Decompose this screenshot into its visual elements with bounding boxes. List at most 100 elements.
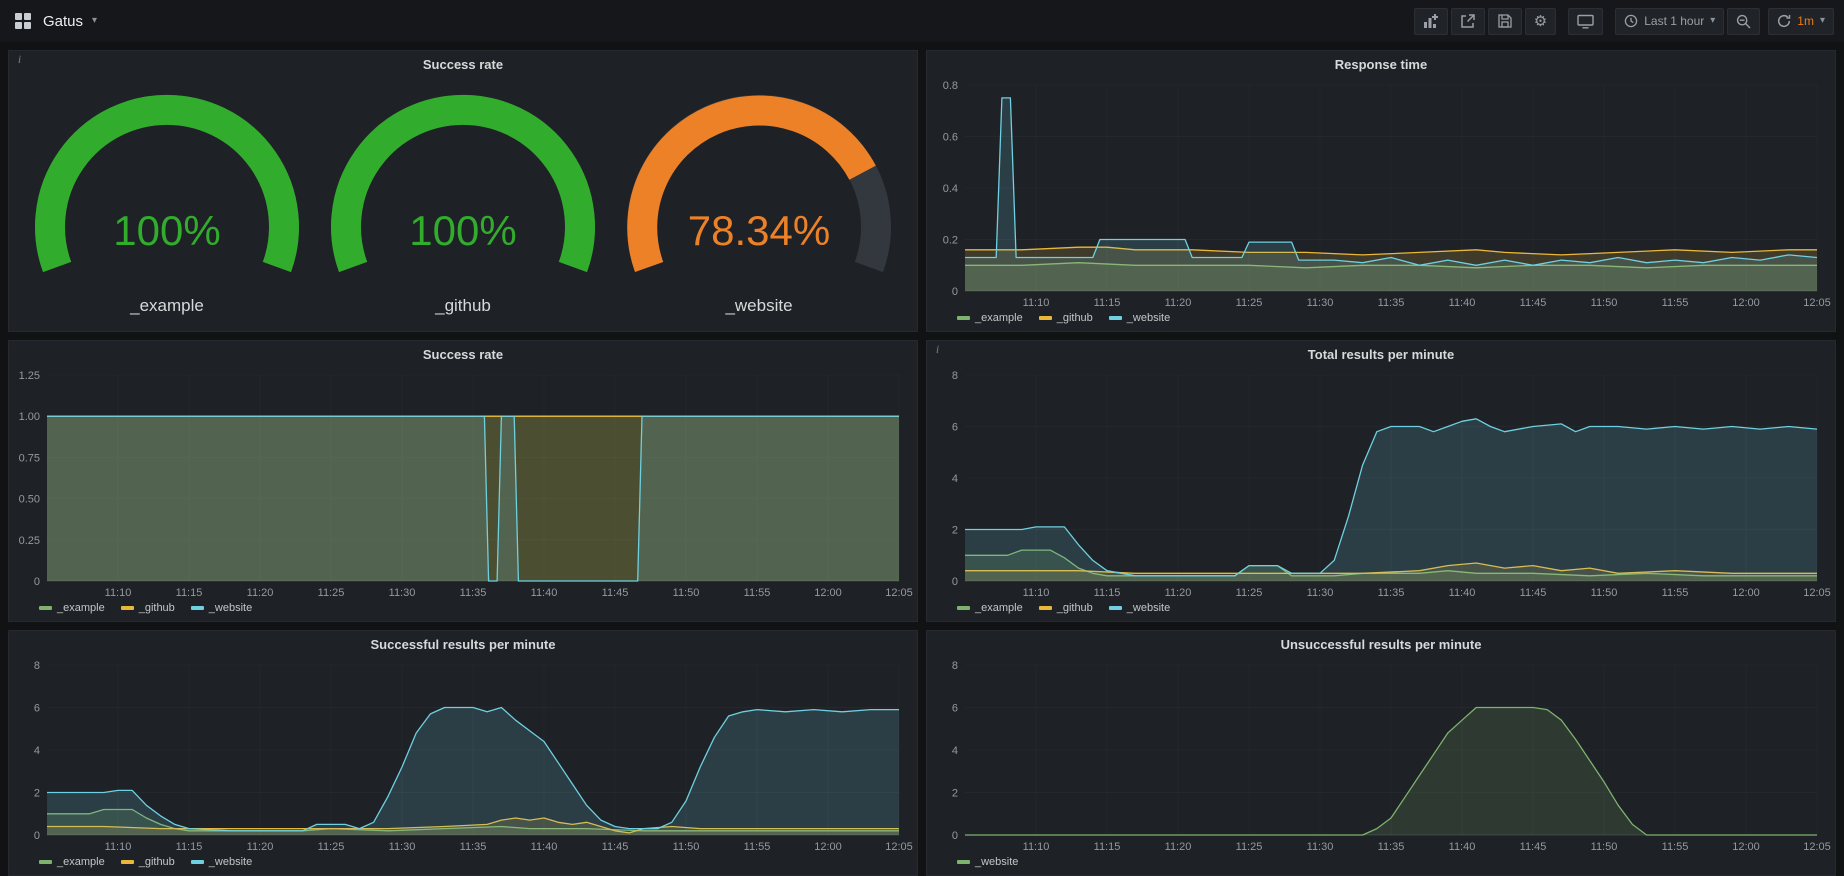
navbar: Gatus ▾ ⚙ [0, 0, 1844, 42]
refresh-button[interactable]: 1m ▾ [1768, 8, 1834, 35]
panel-header: Success rate [9, 341, 917, 367]
panel-actions-group: ⚙ [1414, 8, 1556, 35]
legend-label: _example [975, 602, 1023, 614]
refresh-interval-label: 1m [1797, 14, 1814, 28]
x-axis-tick-label: 11:15 [1094, 587, 1121, 599]
time-range-label: Last 1 hour [1644, 14, 1704, 28]
legend-swatch [1109, 316, 1122, 320]
panel-successful-results-per-minute: Successful results per minute 0246811:10… [8, 630, 918, 876]
x-axis-tick-label: 11:50 [1591, 297, 1618, 309]
legend-item-_github[interactable]: _github [121, 856, 175, 868]
x-axis-tick-label: 11:20 [247, 841, 274, 853]
series-area-_website [47, 708, 899, 836]
gauge-_website: 78.34% _website [614, 93, 904, 316]
y-axis-tick-label: 4 [34, 745, 40, 757]
gauge-arc: 100% [318, 93, 608, 293]
share-button[interactable] [1451, 8, 1485, 35]
zoom-out-button[interactable] [1727, 8, 1760, 35]
x-axis-tick-label: 11:55 [1662, 841, 1689, 853]
x-axis-tick-label: 12:00 [814, 587, 842, 599]
time-range-caret-icon: ▾ [1710, 16, 1715, 26]
panel-title[interactable]: Success rate [423, 57, 503, 72]
legend-item-_example[interactable]: _example [957, 602, 1023, 614]
y-axis-tick-label: 6 [952, 422, 958, 434]
apps-menu-button[interactable] [12, 10, 34, 32]
cycle-view-button[interactable] [1568, 8, 1603, 35]
settings-button[interactable]: ⚙ [1525, 8, 1556, 35]
legend-item-_github[interactable]: _github [1039, 602, 1093, 614]
legend-item-_website[interactable]: _website [191, 602, 252, 614]
panel-header: Response time [927, 51, 1835, 77]
panel-title[interactable]: Unsuccessful results per minute [1281, 637, 1482, 652]
success-rate-chart[interactable]: 00.250.500.751.001.2511:1011:1511:2011:2… [9, 367, 917, 599]
legend-swatch [121, 606, 134, 610]
chart-legend: _example _github _website [9, 853, 917, 875]
panel-title[interactable]: Total results per minute [1308, 347, 1454, 362]
y-axis-tick-label: 4 [952, 745, 958, 757]
y-axis-tick-label: 6 [34, 703, 40, 715]
y-axis-tick-label: 1.25 [19, 370, 40, 382]
y-axis-tick-label: 8 [34, 660, 40, 672]
legend-item-_website[interactable]: _website [191, 856, 252, 868]
panel-title[interactable]: Successful results per minute [371, 637, 556, 652]
x-axis-tick-label: 11:35 [460, 587, 487, 599]
legend-item-_github[interactable]: _github [121, 602, 175, 614]
legend-item-_github[interactable]: _github [1039, 312, 1093, 324]
legend-label: _example [57, 602, 105, 614]
time-range-picker[interactable]: Last 1 hour ▾ [1615, 8, 1724, 35]
legend-swatch [39, 606, 52, 610]
legend-swatch [121, 860, 134, 864]
save-button[interactable] [1488, 8, 1522, 35]
legend-label: _github [139, 856, 175, 868]
panel-header: Unsuccessful results per minute [927, 631, 1835, 657]
x-axis-tick-label: 11:15 [1094, 841, 1121, 853]
x-axis-tick-label: 11:25 [318, 841, 345, 853]
gauge-_example: 100% _example [22, 93, 312, 316]
x-axis-tick-label: 12:05 [1803, 841, 1831, 853]
legend-item-_example[interactable]: _example [39, 856, 105, 868]
x-axis-tick-label: 12:05 [885, 587, 913, 599]
dashboard-title[interactable]: Gatus [43, 13, 83, 30]
y-axis-tick-label: 0 [34, 830, 40, 842]
x-axis-tick-label: 11:10 [105, 841, 132, 853]
legend-item-_example[interactable]: _example [39, 602, 105, 614]
legend-swatch [191, 606, 204, 610]
response-time-chart[interactable]: 00.20.40.60.811:1011:1511:2011:2511:3011… [927, 77, 1835, 309]
x-axis-tick-label: 12:05 [1803, 587, 1831, 599]
x-axis-tick-label: 11:55 [744, 587, 771, 599]
x-axis-tick-label: 11:50 [1591, 841, 1618, 853]
panel-info-icon[interactable]: i [12, 52, 27, 67]
x-axis-tick-label: 11:40 [1449, 587, 1476, 599]
x-axis-tick-label: 11:30 [1307, 841, 1334, 853]
x-axis-tick-label: 11:25 [1236, 841, 1263, 853]
legend-item-_website[interactable]: _website [1109, 312, 1170, 324]
successful-results-chart[interactable]: 0246811:1011:1511:2011:2511:3011:3511:40… [9, 657, 917, 853]
x-axis-tick-label: 11:40 [1449, 841, 1476, 853]
panel-title[interactable]: Response time [1335, 57, 1427, 72]
gauge-value: 100% [113, 207, 220, 254]
legend-label: _website [209, 602, 252, 614]
x-axis-tick-label: 11:50 [1591, 587, 1618, 599]
legend-item-_example[interactable]: _example [957, 312, 1023, 324]
legend-label: _website [209, 856, 252, 868]
total-results-chart[interactable]: 0246811:1011:1511:2011:2511:3011:3511:40… [927, 367, 1835, 599]
y-axis-tick-label: 2 [952, 788, 958, 800]
add-panel-button[interactable] [1414, 8, 1448, 35]
legend-item-_website[interactable]: _website [1109, 602, 1170, 614]
legend-label: _github [139, 602, 175, 614]
legend-item-_website[interactable]: _website [957, 856, 1018, 868]
panel-info-icon[interactable]: i [930, 342, 945, 357]
legend-label: _example [57, 856, 105, 868]
zoom-out-icon [1736, 14, 1751, 29]
y-axis-tick-label: 0.8 [943, 80, 958, 92]
unsuccessful-results-chart[interactable]: 0246811:1011:1511:2011:2511:3011:3511:40… [927, 657, 1835, 853]
chart-svg: 0246811:1011:1511:2011:2511:3011:3511:40… [927, 367, 1835, 599]
panel-header: Successful results per minute [9, 631, 917, 657]
apps-grid-icon [14, 12, 32, 30]
panel-success-rate-gauges: i Success rate 100% _example 100% _githu… [8, 50, 918, 332]
panel-unsuccessful-results-per-minute: Unsuccessful results per minute 0246811:… [926, 630, 1836, 876]
legend-label: _example [975, 312, 1023, 324]
dashboard-title-caret-icon[interactable]: ▾ [92, 16, 97, 26]
legend-swatch [1109, 606, 1122, 610]
panel-title[interactable]: Success rate [423, 347, 503, 362]
